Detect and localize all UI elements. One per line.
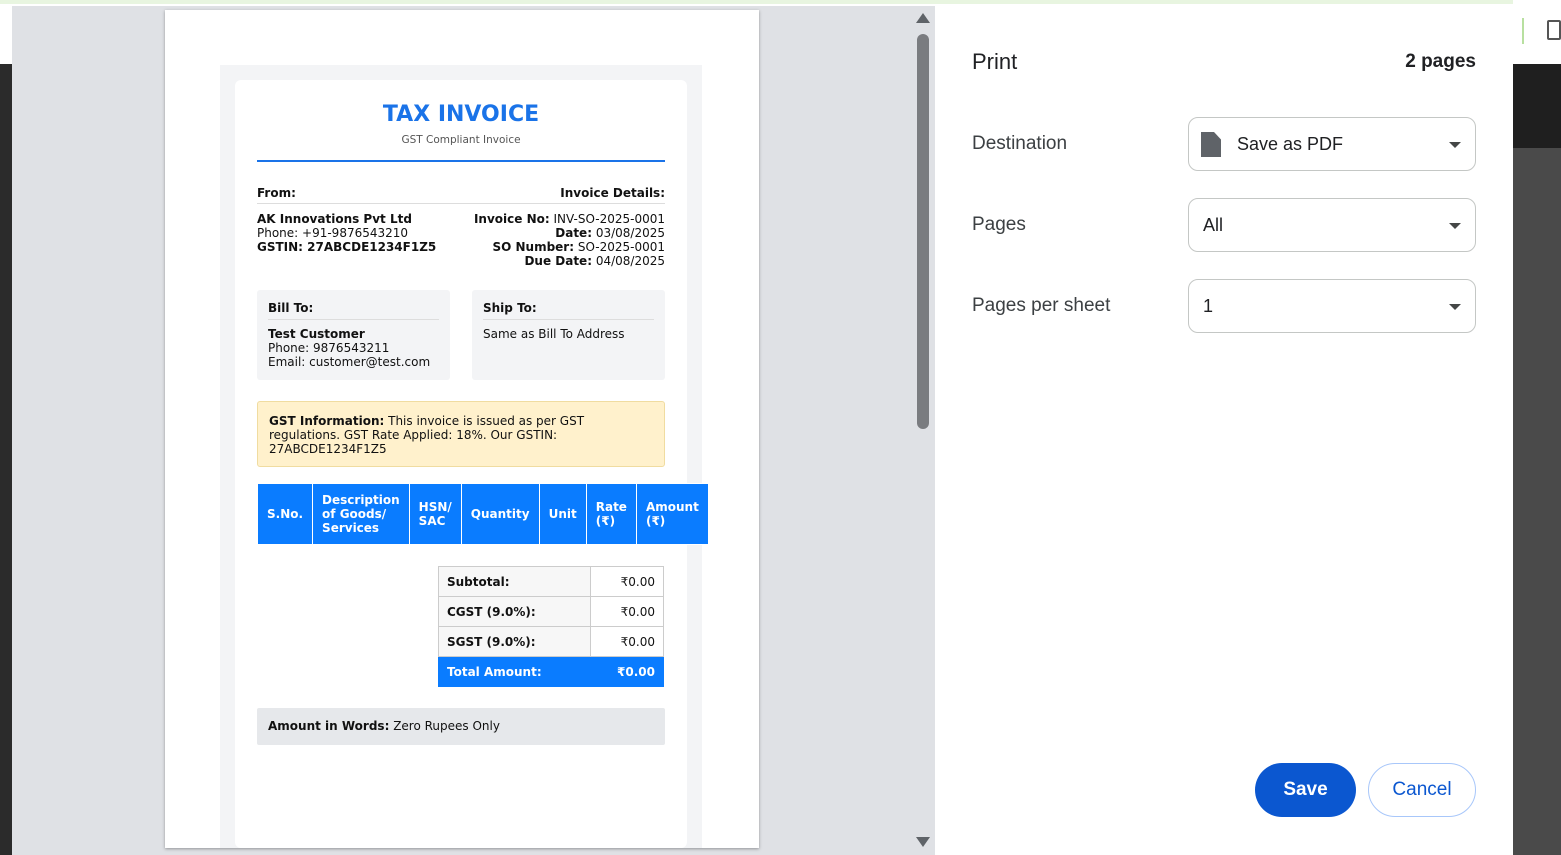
subtotal-value: ₹0.00 xyxy=(590,566,664,597)
items-table: S.No. Description of Goods/ Services HSN… xyxy=(256,483,709,545)
bill-to-divider xyxy=(268,319,439,320)
invoice-container: TAX INVOICE GST Compliant Invoice From: … xyxy=(220,65,709,848)
scroll-down-arrow-icon[interactable] xyxy=(916,837,930,847)
amount-in-words-box: Amount in Words: Zero Rupees Only xyxy=(257,708,665,745)
ship-to-divider xyxy=(483,319,654,320)
col-description: Description of Goods/ Services xyxy=(312,483,410,545)
file-icon xyxy=(1201,132,1221,157)
preview-scrollbar[interactable] xyxy=(912,6,934,855)
col-hsn: HSN/ SAC xyxy=(408,483,462,545)
items-header-row: S.No. Description of Goods/ Services HSN… xyxy=(256,483,709,545)
detail-date: Date: 03/08/2025 xyxy=(555,226,665,240)
sgst-value: ₹0.00 xyxy=(590,626,664,657)
sgst-row: SGST (9.0%): ₹0.00 xyxy=(438,626,664,657)
subtotal-row: Subtotal: ₹0.00 xyxy=(438,566,664,597)
print-preview-area: TAX INVOICE GST Compliant Invoice From: … xyxy=(12,6,935,855)
bill-to-heading: Bill To: xyxy=(268,301,314,315)
cancel-button[interactable]: Cancel xyxy=(1368,763,1476,817)
col-amount: Amount (₹) xyxy=(635,483,709,545)
total-value: ₹0.00 xyxy=(590,656,664,687)
customer-email: Email: customer@test.com xyxy=(268,355,431,369)
pages-per-sheet-select[interactable]: 1 xyxy=(1188,279,1476,333)
cgst-label: CGST (9.0%): xyxy=(438,596,591,627)
print-dialog: TAX INVOICE GST Compliant Invoice From: … xyxy=(12,6,1513,855)
chevron-down-icon xyxy=(1449,304,1461,310)
scroll-thumb[interactable] xyxy=(917,34,929,429)
detail-due-date: Due Date: 04/08/2025 xyxy=(524,254,665,268)
toolbar-divider xyxy=(1522,18,1524,44)
invoice-subtitle: GST Compliant Invoice xyxy=(401,134,521,146)
bill-to-box: Bill To: Test Customer Phone: 9876543211… xyxy=(257,290,450,380)
header-divider xyxy=(257,203,665,204)
document-icon[interactable] xyxy=(1547,20,1561,40)
destination-select[interactable]: Save as PDF xyxy=(1188,117,1476,171)
invoice-card: TAX INVOICE GST Compliant Invoice From: … xyxy=(235,80,709,848)
cgst-value: ₹0.00 xyxy=(590,596,664,627)
total-row: Total Amount: ₹0.00 xyxy=(438,656,664,687)
pages-per-sheet-label: Pages per sheet xyxy=(972,295,1111,316)
print-title: Print xyxy=(972,49,1018,74)
ship-to-box: Ship To: Same as Bill To Address xyxy=(472,290,665,380)
print-settings-panel: Print 2 pages Destination Save as PDF Pa… xyxy=(935,6,1513,855)
company-gstin: GSTIN: 27ABCDE1234F1Z5 xyxy=(257,240,437,254)
pages-label: Pages xyxy=(972,214,1026,235)
detail-invoice-no: Invoice No: INV-SO-2025-0001 xyxy=(473,212,665,226)
page-edge-left xyxy=(0,64,12,855)
col-unit: Unit xyxy=(538,483,587,545)
gst-info-text: GST Information: This invoice is issued … xyxy=(269,414,585,456)
destination-label: Destination xyxy=(972,133,1068,154)
page-edge-right xyxy=(1513,64,1561,148)
company-name: AK Innovations Pvt Ltd xyxy=(257,212,412,226)
amount-in-words: Amount in Words: Zero Rupees Only xyxy=(268,719,500,733)
details-heading: Invoice Details: xyxy=(560,186,665,200)
total-label: Total Amount: xyxy=(438,656,591,687)
col-quantity: Quantity xyxy=(460,483,540,545)
destination-value: Save as PDF xyxy=(1237,134,1344,154)
subtotal-label: Subtotal: xyxy=(438,566,591,597)
cgst-row: CGST (9.0%): ₹0.00 xyxy=(438,596,664,627)
from-heading: From: xyxy=(257,186,296,200)
customer-phone: Phone: 9876543211 xyxy=(268,341,390,355)
save-button[interactable]: Save xyxy=(1255,763,1356,817)
gst-info-box: GST Information: This invoice is issued … xyxy=(257,401,665,467)
company-phone: Phone: +91-9876543210 xyxy=(257,226,409,240)
title-divider xyxy=(257,160,665,162)
totals-table: Subtotal: ₹0.00 CGST (9.0%): ₹0.00 SGST … xyxy=(438,566,664,687)
col-sno: S.No. xyxy=(256,483,314,545)
sgst-label: SGST (9.0%): xyxy=(438,626,591,657)
ship-to-text: Same as Bill To Address xyxy=(483,327,625,341)
customer-name: Test Customer xyxy=(268,327,365,341)
page-edge-right-lower xyxy=(1513,148,1561,855)
chevron-down-icon xyxy=(1449,142,1461,148)
scroll-up-arrow-icon[interactable] xyxy=(916,13,930,23)
invoice-title: TAX INVOICE xyxy=(382,102,540,127)
ship-to-heading: Ship To: xyxy=(483,301,537,315)
pages-value: All xyxy=(1203,215,1224,235)
page-count: 2 pages xyxy=(1405,51,1476,72)
col-rate: Rate (₹) xyxy=(585,483,637,545)
pages-select[interactable]: All xyxy=(1188,198,1476,252)
preview-page: TAX INVOICE GST Compliant Invoice From: … xyxy=(165,10,759,848)
chevron-down-icon xyxy=(1449,223,1461,229)
detail-so-number: SO Number: SO-2025-0001 xyxy=(492,240,665,254)
pages-per-sheet-value: 1 xyxy=(1203,296,1214,316)
